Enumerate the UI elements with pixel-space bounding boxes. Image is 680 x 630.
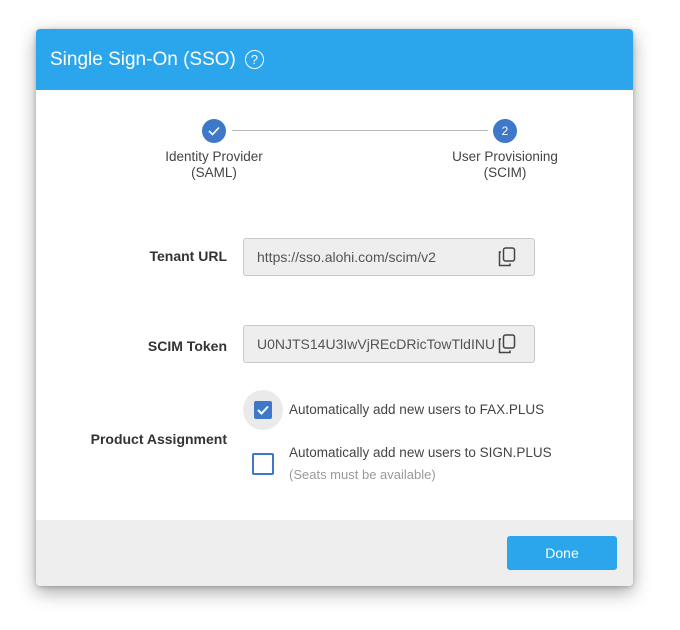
dialog-title: Single Sign-On (SSO): [50, 48, 236, 70]
step-2-number: 2: [493, 119, 517, 143]
dialog-footer: Done: [36, 520, 633, 586]
done-button[interactable]: Done: [507, 536, 617, 570]
stepper-connector: [232, 130, 488, 131]
scim-token-field[interactable]: U0NJTS14U3IwVjREcDRicTowTldINU: [243, 325, 535, 363]
sign-plus-option-sublabel: (Seats must be available): [289, 467, 436, 482]
scim-token-value: U0NJTS14U3IwVjREcDRicTowTldINU: [257, 336, 496, 352]
check-icon: [208, 126, 220, 136]
help-icon[interactable]: ?: [244, 50, 264, 69]
tenant-url-value: https://sso.alohi.com/scim/v2: [257, 249, 436, 265]
step-2-label-line2: (SCIM): [483, 165, 527, 180]
tenant-url-field[interactable]: https://sso.alohi.com/scim/v2: [243, 238, 535, 276]
step-2-label-line1: User Provisioning: [452, 149, 558, 164]
sign-plus-option-label: Automatically add new users to SIGN.PLUS: [289, 445, 552, 460]
fax-plus-option-label: Automatically add new users to FAX.PLUS: [289, 402, 545, 417]
copy-icon[interactable]: [496, 333, 518, 355]
tenant-url-label: Tenant URL: [149, 248, 227, 264]
sign-plus-checkbox[interactable]: [252, 453, 274, 475]
fax-plus-option[interactable]: Automatically add new users to FAX.PLUS: [243, 390, 544, 430]
fax-plus-checkbox[interactable]: [254, 401, 272, 419]
product-assignment-label: Product Assignment: [90, 431, 227, 447]
step-1-completed: [202, 119, 226, 143]
copy-icon[interactable]: [496, 246, 518, 268]
step-1-label-line2: (SAML): [191, 165, 237, 180]
sign-plus-option[interactable]: Automatically add new users to SIGN.PLUS…: [243, 444, 552, 484]
dialog-header: Single Sign-On (SSO) ?: [36, 29, 633, 90]
scim-token-label: SCIM Token: [147, 338, 227, 354]
check-icon: [257, 405, 269, 415]
step-2-label: User Provisioning (SCIM): [425, 149, 585, 181]
fax-plus-checkbox-wrap[interactable]: [243, 390, 283, 430]
sso-dialog: Single Sign-On (SSO) ? 2 Identity Provid…: [36, 29, 633, 586]
step-1-label: Identity Provider (SAML): [134, 149, 294, 181]
sign-plus-checkbox-wrap[interactable]: [243, 444, 283, 484]
sign-plus-option-text: Automatically add new users to SIGN.PLUS…: [289, 445, 552, 482]
step-1-label-line1: Identity Provider: [165, 149, 263, 164]
